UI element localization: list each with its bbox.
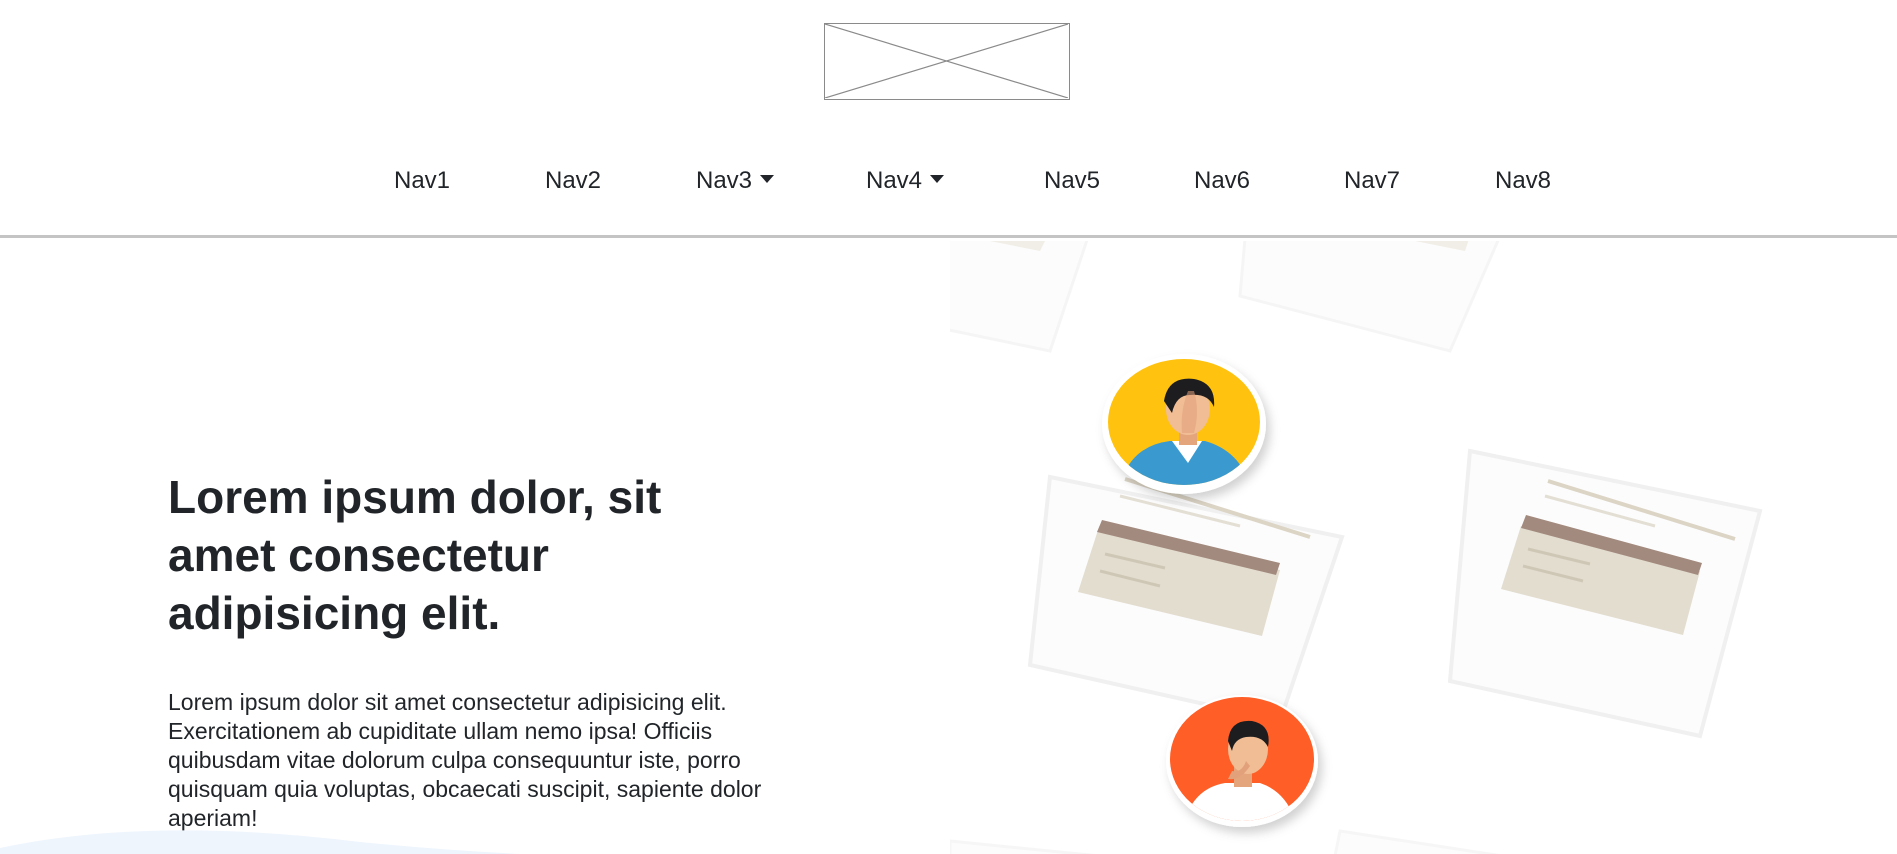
- hero-text: Lorem ipsum dolor, sit amet consectetur …: [168, 468, 808, 831]
- logo-placeholder[interactable]: [824, 23, 1070, 100]
- nav-item-6[interactable]: Nav6: [1194, 164, 1250, 198]
- nav-item-label: Nav6: [1194, 167, 1251, 194]
- nav-item-3-dropdown[interactable]: Nav3: [696, 164, 775, 198]
- nav-item-label: Nav8: [1495, 167, 1552, 194]
- nav-item-4-dropdown[interactable]: Nav4: [866, 164, 945, 198]
- nav-item-label: Nav2: [545, 167, 602, 194]
- nav-item-7[interactable]: Nav7: [1344, 164, 1400, 198]
- hero-paragraph: Lorem ipsum dolor sit amet consectetur a…: [168, 689, 762, 831]
- profile-card-icon: [1447, 448, 1763, 739]
- caret-down-icon: [760, 175, 775, 183]
- site-header: Nav1 Nav2 Nav3 Nav4 Nav5 Nav6 Nav7 Nav8: [0, 0, 1897, 238]
- decorative-wave: [0, 822, 520, 854]
- nav-item-8[interactable]: Nav8: [1495, 164, 1551, 198]
- main-nav: Nav1 Nav2 Nav3 Nav4 Nav5 Nav6 Nav7 Nav8: [0, 164, 1897, 198]
- nav-item-label: Nav5: [1044, 167, 1101, 194]
- nav-item-5[interactable]: Nav5: [1044, 164, 1100, 198]
- nav-item-label: Nav7: [1344, 167, 1401, 194]
- nav-item-label: Nav1: [394, 167, 451, 194]
- hero-illustration: [950, 241, 1897, 854]
- nav-item-2[interactable]: Nav2: [545, 164, 601, 198]
- caret-down-icon: [930, 175, 945, 183]
- page: Nav1 Nav2 Nav3 Nav4 Nav5 Nav6 Nav7 Nav8: [0, 0, 1897, 854]
- nav-item-label: Nav3: [696, 167, 753, 194]
- nav-item-1[interactable]: Nav1: [394, 164, 450, 198]
- avatar-thinking-man-icon: [1166, 695, 1318, 827]
- profile-card-icon: [950, 829, 1500, 854]
- profile-card-icon: [1238, 241, 1500, 353]
- nav-item-label: Nav4: [866, 167, 923, 194]
- profile-card-icon: [1027, 474, 1345, 724]
- profile-card-icon: [950, 241, 1089, 353]
- image-placeholder-icon: [825, 24, 1068, 98]
- avatar-man-icon: [1102, 354, 1266, 494]
- hero-title: Lorem ipsum dolor, sit amet consectetur …: [168, 471, 662, 639]
